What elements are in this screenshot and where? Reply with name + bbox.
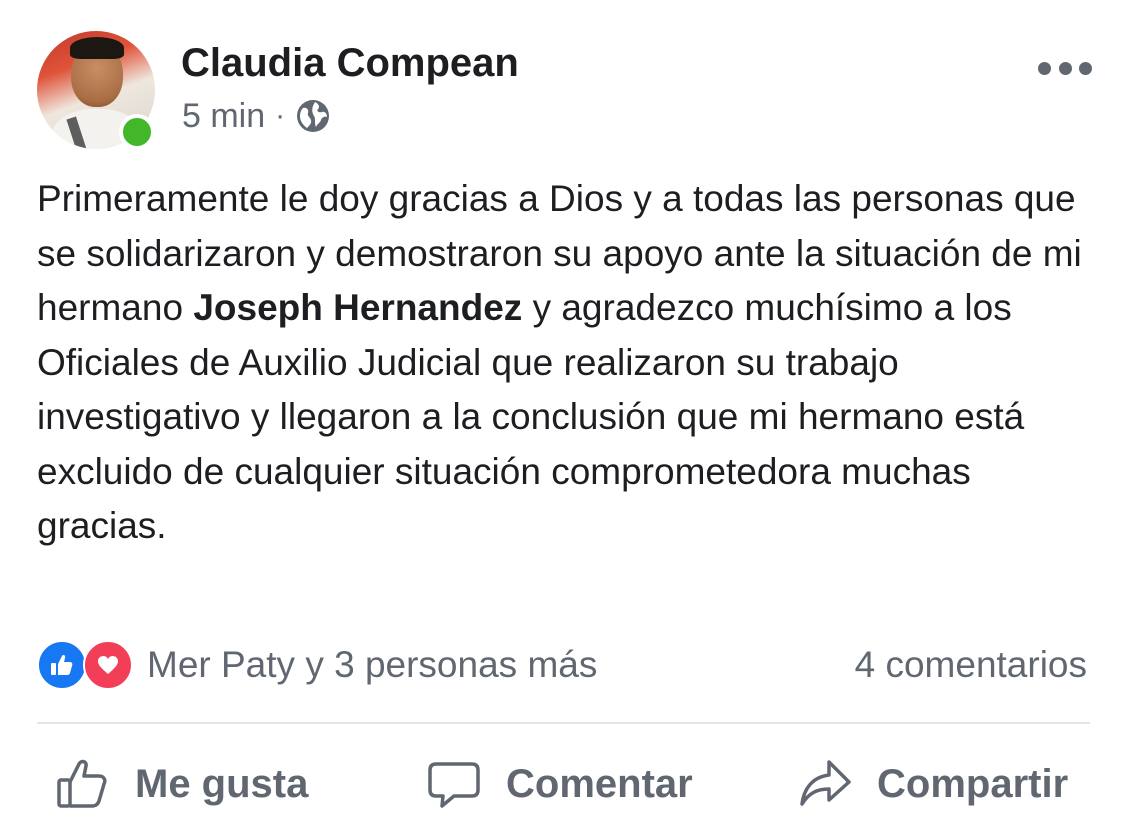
share-button[interactable]: Compartir — [797, 752, 1068, 816]
actions-divider — [37, 722, 1090, 724]
share-button-label: Compartir — [877, 761, 1069, 806]
like-reaction-icon — [37, 640, 87, 690]
avatar-hair — [70, 37, 124, 59]
thumbs-up-icon — [57, 759, 107, 808]
author-name[interactable]: Claudia Compean — [181, 40, 519, 86]
post-timestamp[interactable]: 5 min — [182, 96, 265, 136]
more-dot — [1038, 61, 1051, 75]
comment-button-label: Comentar — [506, 761, 693, 806]
comments-count[interactable]: 4 comentarios — [855, 640, 1087, 690]
meta-separator: · — [275, 99, 286, 132]
globe-icon — [295, 98, 331, 134]
comment-bubble-icon — [428, 762, 480, 808]
more-options-icon[interactable] — [1038, 58, 1092, 78]
online-status-indicator — [119, 114, 155, 150]
post-text: Primeramente le doy gracias a Dios y a t… — [37, 172, 1097, 554]
reactions-summary[interactable]: Mer Paty y 3 personas más — [37, 640, 597, 690]
comment-button[interactable]: Comentar — [426, 752, 693, 816]
love-reaction-icon — [83, 640, 133, 690]
like-button-label: Me gusta — [135, 761, 309, 806]
mentioned-person[interactable]: Joseph Hernandez — [193, 287, 522, 328]
like-button[interactable]: Me gusta — [55, 752, 308, 816]
post-meta: 5 min · — [182, 96, 331, 136]
more-dot — [1058, 61, 1072, 75]
share-arrow-icon — [800, 760, 851, 806]
reactions-text[interactable]: Mer Paty y 3 personas más — [147, 640, 597, 690]
more-dot — [1079, 61, 1092, 75]
reaction-icons — [37, 640, 133, 690]
